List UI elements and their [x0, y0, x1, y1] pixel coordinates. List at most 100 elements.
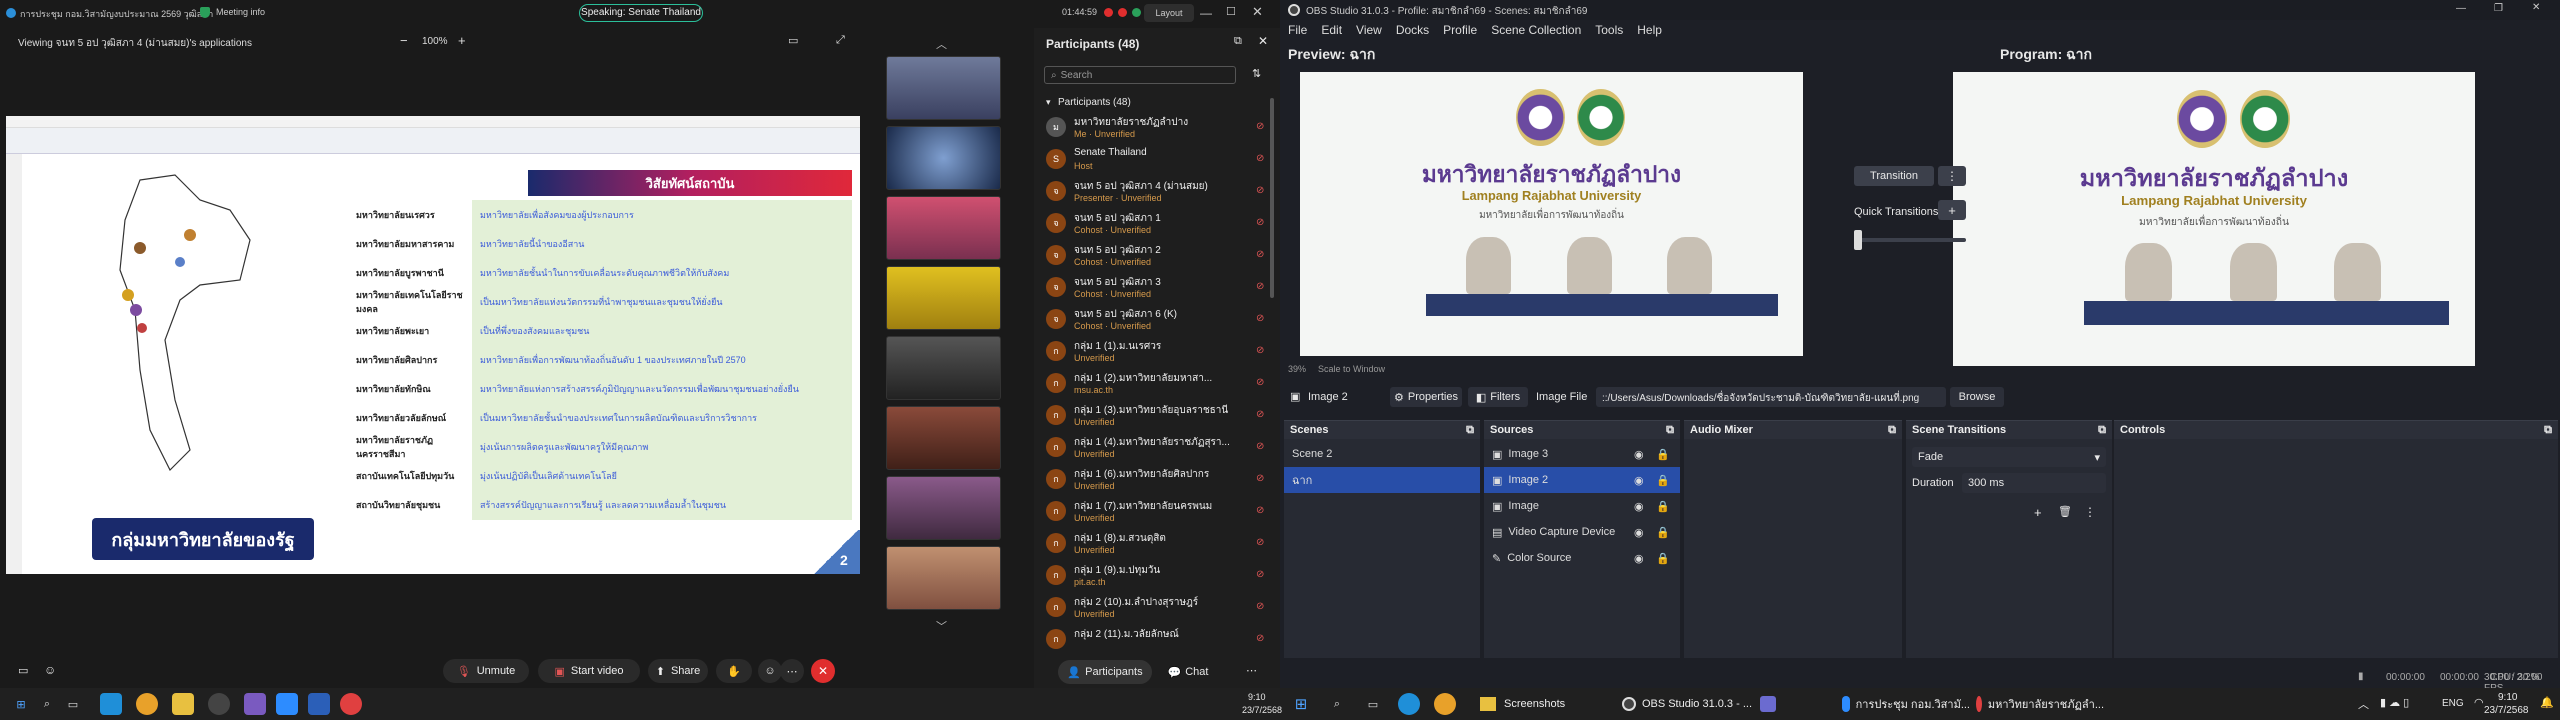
- start-video-button[interactable]: ▣ Start video: [538, 659, 640, 683]
- add-icon[interactable]: +: [2034, 505, 2042, 520]
- taskbar-app[interactable]: การประชุม กอม.วิสามั...: [1842, 690, 1970, 718]
- source-item[interactable]: ▤ Video Capture Device ◉ 🔒: [1484, 519, 1680, 545]
- menu-view[interactable]: View: [1356, 23, 1382, 37]
- eye-icon[interactable]: ◉: [1634, 474, 1644, 487]
- eye-icon[interactable]: ◉: [1634, 552, 1644, 565]
- participant-row[interactable]: จ จนท 5 อป วุฒิสภา 4 (ม่านสมย) Presenter ·…: [1034, 176, 1274, 208]
- menu-docks[interactable]: Docks: [1396, 23, 1429, 37]
- search-box[interactable]: ⌕ Search: [1044, 66, 1236, 84]
- clock-date[interactable]: 23/7/2568: [2484, 705, 2529, 716]
- video-tile[interactable]: [886, 266, 1001, 330]
- scale-mode[interactable]: Scale to Window: [1318, 364, 1385, 374]
- tray-chevron-icon[interactable]: ︿: [2358, 696, 2369, 712]
- participants-tab-button[interactable]: 👤 Participants: [1058, 660, 1152, 684]
- video-tile[interactable]: [886, 126, 1001, 190]
- eye-icon[interactable]: ◉: [1634, 500, 1644, 513]
- search-icon[interactable]: ⌕: [36, 693, 58, 715]
- transition-button[interactable]: Transition: [1854, 166, 1934, 186]
- participant-row[interactable]: ก กลุ่ม 1 (1).ม.นเรศวร Unverified ⊘: [1034, 336, 1274, 368]
- browse-button[interactable]: Browse: [1950, 387, 2004, 407]
- participant-row[interactable]: ก กลุ่ม 2 (10).ม.ลำปางสุราษฎร์ Unverified ⊘: [1034, 592, 1274, 624]
- panel-close-icon[interactable]: ✕: [1258, 34, 1268, 48]
- preview-display[interactable]: มหาวิทยาลัยราชภัฏลำปาง Lampang Rajabhat U…: [1300, 72, 1803, 356]
- fullscreen-icon[interactable]: ⤢: [836, 34, 845, 47]
- close-icon[interactable]: ✕: [1252, 4, 1263, 20]
- chrome-icon[interactable]: [136, 693, 158, 715]
- participant-row[interactable]: ก กลุ่ม 1 (8).ม.สวนดุสิต Unverified ⊘: [1034, 528, 1274, 560]
- chevron-up-icon[interactable]: ︿: [936, 36, 947, 52]
- video-tile[interactable]: [886, 336, 1001, 400]
- source-item[interactable]: ▣ Image 3 ◉ 🔒: [1484, 441, 1680, 467]
- menu-profile[interactable]: Profile: [1443, 23, 1477, 37]
- image-file-path[interactable]: ::/Users/Asus/Downloads/ชื่อจังหวัดประชา…: [1596, 387, 1946, 407]
- app-icon[interactable]: [244, 693, 266, 715]
- zoom-out-button[interactable]: −: [400, 33, 408, 48]
- more-icon[interactable]: ⋯: [1246, 664, 1257, 677]
- menu-help[interactable]: Help: [1637, 23, 1662, 37]
- participant-row[interactable]: จ จนท 5 อป วุฒิสภา 1 Cohost · Unverified ⊘: [1034, 208, 1274, 240]
- reactions-icon[interactable]: ☺: [44, 663, 56, 677]
- lock-icon[interactable]: 🔒: [1656, 474, 1670, 487]
- language-indicator[interactable]: ENG: [2442, 698, 2464, 709]
- lock-icon[interactable]: 🔒: [1656, 500, 1670, 513]
- menu-tools[interactable]: Tools: [1595, 23, 1623, 37]
- dock-float-icon[interactable]: ⧉: [1466, 424, 1474, 436]
- minimize-icon[interactable]: —: [2456, 3, 2466, 14]
- zoom-app-icon[interactable]: [276, 693, 298, 715]
- leave-button[interactable]: ✕: [811, 659, 835, 683]
- transition-select[interactable]: Fade ▾: [1912, 447, 2106, 467]
- maximize-icon[interactable]: ☐: [1226, 5, 1236, 18]
- filters-button[interactable]: ◧ Filters: [1468, 387, 1528, 407]
- taskbar-app[interactable]: มหาวิทยาลัยราชภัฏลำ...: [1976, 690, 2104, 718]
- participant-row[interactable]: ก กลุ่ม 1 (2).มหาวิทยาลัยมหาสา... msu.ac.t…: [1034, 368, 1274, 400]
- minimize-icon[interactable]: —: [1200, 6, 1212, 20]
- video-tile[interactable]: [886, 476, 1001, 540]
- transition-menu-button[interactable]: ⋮: [1938, 166, 1966, 186]
- dock-float-icon[interactable]: ⧉: [1666, 424, 1674, 436]
- tbar-slider[interactable]: [1854, 230, 1966, 250]
- more-options-button[interactable]: ⋯: [780, 659, 804, 683]
- participant-row[interactable]: S Senate Thailand Host ⊘: [1034, 144, 1274, 176]
- chrome-icon[interactable]: [1434, 693, 1456, 715]
- reactions-button[interactable]: ☺: [758, 659, 782, 683]
- menu-file[interactable]: File: [1288, 23, 1307, 37]
- clock-time[interactable]: 9:10: [2498, 692, 2517, 703]
- add-quick-transition-button[interactable]: +: [1938, 200, 1966, 220]
- popout-icon[interactable]: ⧉: [1234, 35, 1242, 48]
- participant-row[interactable]: ก กลุ่ม 2 (11).ม.วลัยลักษณ์ ⊘: [1034, 624, 1274, 656]
- maximize-icon[interactable]: ❐: [2494, 3, 2503, 14]
- sort-icon[interactable]: ⇅: [1252, 67, 1261, 80]
- dock-float-icon[interactable]: ⧉: [2098, 424, 2106, 436]
- duration-input[interactable]: 300 ms: [1962, 473, 2106, 493]
- chevron-down-icon[interactable]: ﹀: [936, 618, 947, 634]
- taskbar-app[interactable]: [1760, 690, 1790, 718]
- layout-button[interactable]: Layout: [1144, 4, 1194, 22]
- lock-icon[interactable]: 🔒: [1656, 552, 1670, 565]
- task-view-icon[interactable]: ▭: [1362, 693, 1384, 715]
- taskbar-app[interactable]: Screenshots: [1480, 690, 1580, 718]
- zoom-in-button[interactable]: +: [458, 33, 466, 48]
- video-tile[interactable]: [886, 546, 1001, 610]
- view-options-icon[interactable]: ▭: [788, 34, 798, 47]
- eye-icon[interactable]: ◉: [1634, 526, 1644, 539]
- edge-icon[interactable]: [100, 693, 122, 715]
- properties-button[interactable]: ⚙ Properties: [1390, 387, 1462, 407]
- chat-tab-button[interactable]: 💬 Chat: [1160, 660, 1216, 684]
- eye-icon[interactable]: ◉: [1634, 448, 1644, 461]
- unmute-button[interactable]: 🎙 Unmute: [443, 659, 529, 683]
- scene-item[interactable]: Scene 2: [1284, 441, 1480, 467]
- wifi-icon[interactable]: ◠: [2474, 696, 2484, 709]
- video-tile[interactable]: [886, 406, 1001, 470]
- obs-icon[interactable]: [208, 693, 230, 715]
- search-icon[interactable]: ⌕: [1326, 693, 1348, 715]
- participant-row[interactable]: จ จนท 5 อป วุฒิสภา 3 Cohost · Unverified ⊘: [1034, 272, 1274, 304]
- share-button[interactable]: ⬆ Share: [648, 659, 708, 683]
- lock-icon[interactable]: 🔒: [1656, 448, 1670, 461]
- start-icon[interactable]: ⊞: [10, 693, 32, 715]
- close-icon[interactable]: ✕: [2532, 2, 2540, 13]
- lock-icon[interactable]: 🔒: [1656, 526, 1670, 539]
- participant-row[interactable]: ม มหาวิทยาลัยราชภัฏลำปาง Me · Unverified ⊘: [1034, 112, 1274, 144]
- group-chevron-icon[interactable]: ▾: [1046, 97, 1051, 108]
- participant-row[interactable]: จ จนท 5 อป วุฒิสภา 6 (K) Cohost · Unverifi…: [1034, 304, 1274, 336]
- windows-icon[interactable]: ⊞: [1290, 693, 1312, 715]
